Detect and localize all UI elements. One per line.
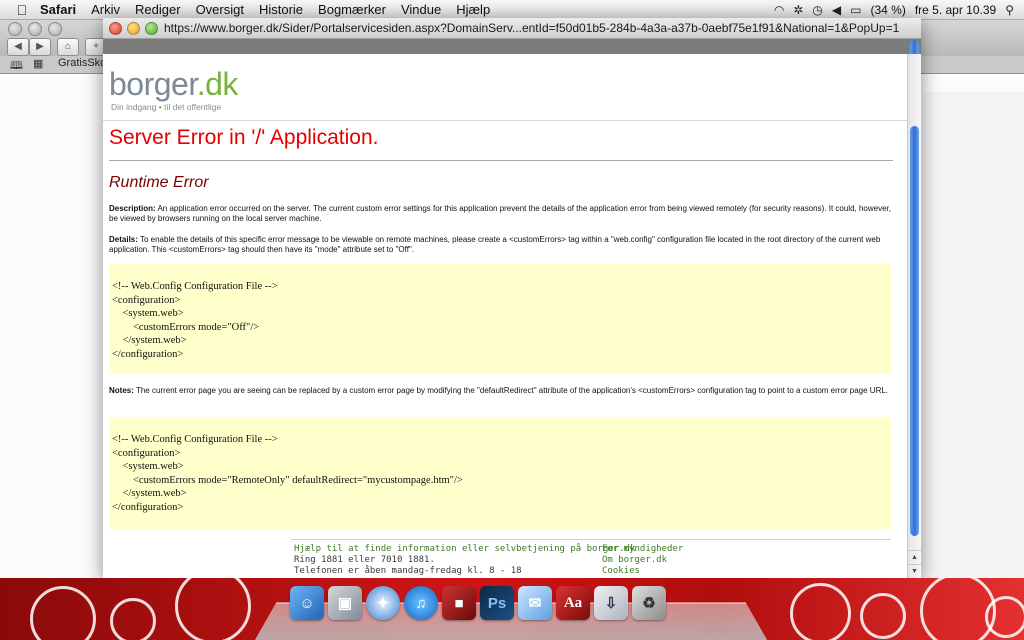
description-label: Description:	[109, 204, 156, 213]
menubar-clock[interactable]: fre 5. apr 10.39	[915, 3, 996, 17]
safari-icon[interactable]: ✦	[366, 586, 400, 620]
popup-titlebar: https://www.borger.dk/Sider/Portalservic…	[103, 18, 921, 39]
details-label: Details:	[109, 235, 138, 244]
scroll-up-icon[interactable]: ▲	[908, 550, 921, 564]
link-for-myndigheder[interactable]: For myndigheder	[602, 544, 683, 555]
page-scrollbar[interactable]: ▲ ▼	[907, 54, 921, 578]
code-line: </configuration>	[112, 501, 184, 513]
background-page-side	[922, 92, 1024, 582]
itunes-icon[interactable]: ♫	[404, 586, 438, 620]
description-text: An application error occurred on the ser…	[109, 204, 891, 223]
spotlight-icon[interactable]: ⚲	[1005, 3, 1014, 17]
downloads-icon[interactable]: ⇩	[594, 586, 628, 620]
notes-paragraph: Notes: The current error page you are se…	[109, 386, 893, 396]
volume-icon[interactable]: ◀	[832, 3, 841, 17]
wifi-icon[interactable]: ◠	[774, 3, 784, 17]
header-divider	[103, 120, 908, 121]
code-line: <!-- Web.Config Configuration File -->	[112, 434, 278, 445]
error-page: borger.dk Din indgang • til det offentli…	[103, 54, 908, 578]
menu-hjaelp[interactable]: Hjælp	[456, 2, 490, 17]
page-title: Server Error in '/' Application.	[109, 126, 379, 149]
scroll-down-icon[interactable]: ▼	[908, 564, 921, 578]
popup-window: https://www.borger.dk/Sider/Portalservic…	[103, 18, 921, 578]
trash-icon[interactable]: ♻	[632, 586, 666, 620]
menubar-status: ◠ ✲ ◷ ◀ ▭ (34 %) fre 5. apr 10.39 ⚲	[774, 3, 1014, 17]
bookmark-item[interactable]: GratisSkol	[58, 57, 109, 69]
window-controls	[109, 22, 158, 35]
apple-icon[interactable]: 	[14, 2, 30, 18]
menu-historie[interactable]: Historie	[259, 2, 303, 17]
zoom-window-icon[interactable]	[145, 22, 158, 35]
menu-vindue[interactable]: Vindue	[401, 2, 441, 17]
code-line: <system.web>	[112, 461, 184, 472]
footer-help: Hjælp til at finde information eller sel…	[294, 544, 635, 577]
menu-oversigt[interactable]: Oversigt	[196, 2, 244, 17]
menu-arkiv[interactable]: Arkiv	[91, 2, 120, 17]
menubar:  Safari Arkiv Rediger Oversigt Historie…	[0, 0, 1024, 20]
borger-logo[interactable]: borger.dk Din indgang • til det offentli…	[109, 68, 238, 112]
top-sites-icon[interactable]: ▦	[33, 57, 43, 70]
menu-bogmaerker[interactable]: Bogmærker	[318, 2, 386, 17]
title-divider	[109, 160, 893, 161]
popup-url[interactable]: https://www.borger.dk/Sider/Portalservic…	[164, 21, 899, 35]
logo-tagline-start: Din indgang	[111, 102, 157, 112]
code-line: </system.web>	[112, 488, 187, 499]
description-paragraph: Description: An application error occurr…	[109, 204, 893, 224]
background-window-controls	[8, 22, 62, 36]
footer-links: For myndigheder Om borger.dk Cookies	[602, 544, 683, 577]
footer-divider	[291, 539, 891, 540]
notes-text: The current error page you are seeing ca…	[135, 386, 889, 395]
code-block-off: <!-- Web.Config Configuration File --> <…	[109, 264, 891, 374]
phone-hours: Telefonen er åben mandag-fredag kl. 8 - …	[294, 566, 522, 576]
details-text: To enable the details of this specific e…	[109, 235, 881, 254]
code-line: <customErrors mode="RemoteOnly" defaultR…	[112, 474, 463, 486]
logo-name: borger	[109, 66, 197, 102]
logo-tagline-end: til det offentlige	[164, 102, 222, 112]
link-om-borger[interactable]: Om borger.dk	[602, 555, 683, 566]
code-line: <customErrors mode="Off"/>	[112, 321, 260, 333]
photo-booth-icon[interactable]: ■	[442, 586, 476, 620]
mail-icon[interactable]: ✉	[518, 586, 552, 620]
back-button[interactable]: ◀	[7, 38, 29, 56]
notes-label: Notes:	[109, 386, 134, 395]
menu-safari[interactable]: Safari	[40, 2, 76, 17]
battery-icon[interactable]: ▭	[850, 3, 861, 17]
forward-button[interactable]: ▶	[29, 38, 51, 56]
dictionary-icon[interactable]: Aa	[556, 586, 590, 620]
details-paragraph: Details: To enable the details of this s…	[109, 235, 893, 255]
code-line: </system.web>	[112, 335, 187, 346]
code-line: <system.web>	[112, 308, 184, 319]
preview-icon[interactable]: ▣	[328, 586, 362, 620]
help-link[interactable]: Hjælp til at finde information eller sel…	[294, 544, 635, 555]
minimize-window-icon[interactable]	[127, 22, 140, 35]
scroll-thumb[interactable]	[910, 126, 919, 536]
code-line: <configuration>	[112, 294, 181, 306]
code-line: <configuration>	[112, 447, 181, 459]
popup-toolbar-strip	[103, 39, 921, 54]
close-window-icon[interactable]	[109, 22, 122, 35]
photoshop-icon[interactable]: Ps	[480, 586, 514, 620]
home-button[interactable]: ⌂	[57, 38, 79, 56]
code-line: <!-- Web.Config Configuration File -->	[112, 281, 278, 292]
phone-info: Ring 1881 eller 7010 1881.	[294, 555, 435, 565]
logo-suffix: .dk	[196, 66, 239, 102]
dock: ☺ ▣ ✦ ♫ ■ Ps ✉ Aa ⇩ ♻	[290, 586, 666, 620]
menu-rediger[interactable]: Rediger	[135, 2, 181, 17]
code-line: </configuration>	[112, 348, 184, 360]
finder-icon[interactable]: ☺	[290, 586, 324, 620]
link-cookies[interactable]: Cookies	[602, 566, 683, 577]
bluetooth-icon[interactable]: ✲	[793, 3, 803, 17]
code-block-remote: <!-- Web.Config Configuration File --> <…	[109, 417, 891, 529]
error-subtitle: Runtime Error	[109, 174, 209, 191]
time-machine-icon[interactable]: ◷	[812, 3, 822, 17]
battery-percent[interactable]: (34 %)	[870, 3, 905, 17]
